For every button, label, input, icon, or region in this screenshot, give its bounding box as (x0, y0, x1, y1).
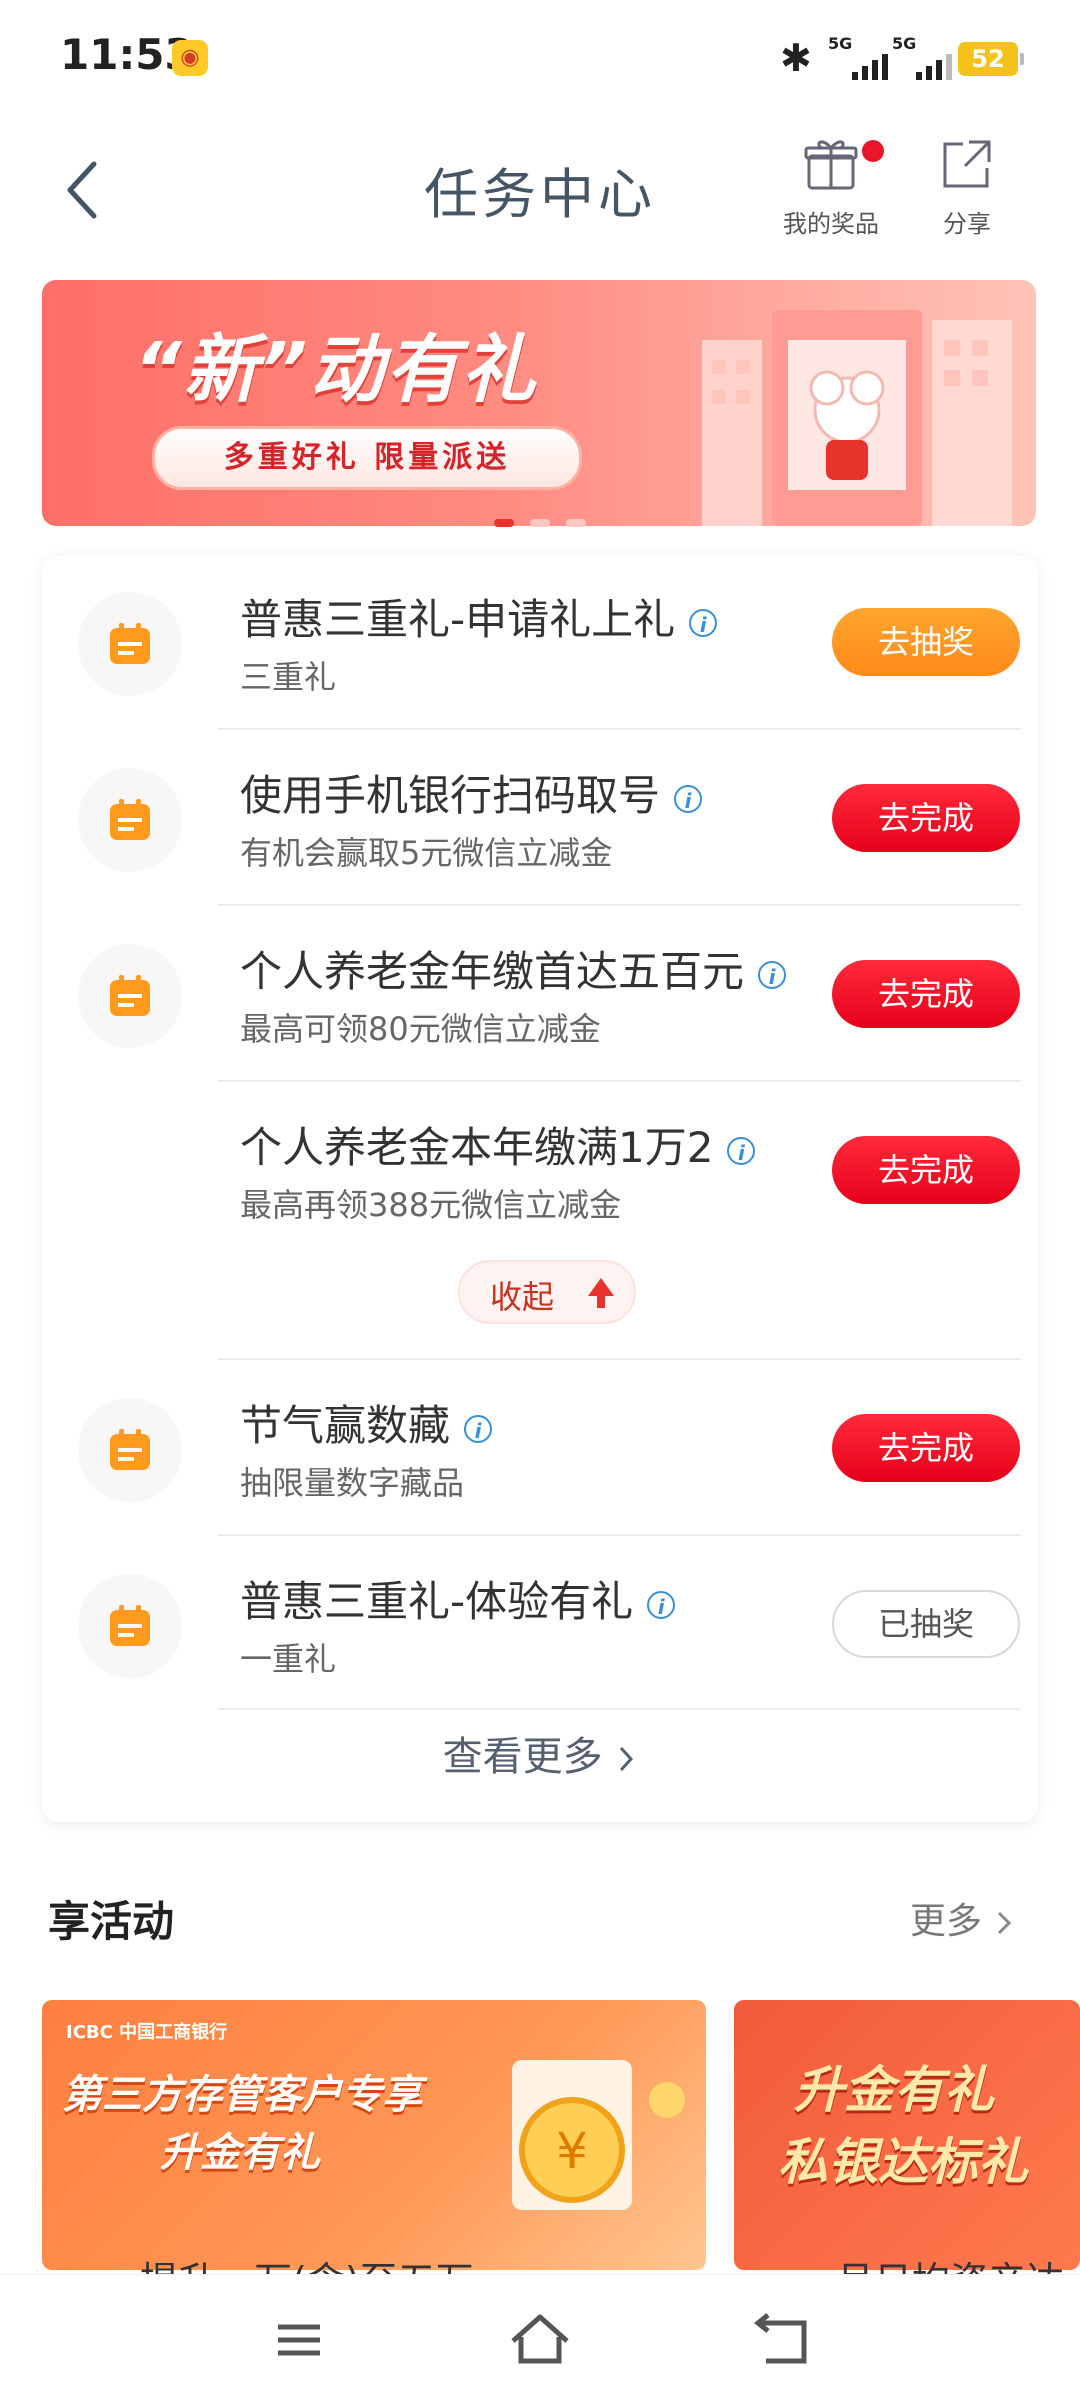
calendar-icon (110, 623, 150, 664)
draw-lottery-button[interactable]: 去抽奖 (832, 608, 1020, 676)
top-app-bar: 任务中心 我的奖品 分享 (0, 110, 1080, 270)
svg-text:¥: ¥ (556, 2122, 588, 2180)
bluetooth-icon: ✱ (780, 36, 812, 80)
back-icon[interactable] (746, 2305, 816, 2375)
task-subtitle: 一重礼 (240, 1640, 337, 1678)
task-subtitle: 最高再领388元微信立减金 (240, 1186, 622, 1224)
arrow-up-icon (588, 1278, 614, 1308)
battery-icon: 52 (958, 42, 1024, 76)
status-bar: 11:53 ◉ ✱ 5G 5G 52 (0, 0, 1080, 110)
collapse-button[interactable]: 收起 (458, 1260, 636, 1324)
task-subtitle: 抽限量数字藏品 (240, 1464, 465, 1502)
divider (218, 1080, 1020, 1082)
calendar-icon (110, 799, 150, 840)
share-label: 分享 (943, 210, 991, 238)
promo-banner[interactable]: “新”动有礼 多重好礼 限量派送 (42, 280, 1036, 526)
activity-headline: 升金有礼 (794, 2061, 994, 2119)
complete-task-button[interactable]: 去完成 (832, 960, 1020, 1028)
info-icon[interactable]: i (464, 1414, 493, 1443)
divider (218, 728, 1020, 730)
complete-task-button[interactable]: 去完成 (832, 1136, 1020, 1204)
task-subtitle: 有机会赢取5元微信立减金 (240, 834, 613, 872)
task-subtitle: 三重礼 (240, 658, 337, 696)
divider (218, 1708, 1020, 1710)
complete-task-button[interactable]: 去完成 (832, 1414, 1020, 1482)
gold-coin-illustration: ¥ (512, 2060, 685, 2210)
my-prizes-label: 我的奖品 (783, 210, 879, 238)
info-icon[interactable]: i (689, 608, 718, 637)
more-activities-link[interactable]: 更多 (910, 1892, 1015, 1944)
activity-headline-2: 私银达标礼 (778, 2133, 1028, 2191)
view-more-link[interactable]: 查看更多 (42, 1724, 1038, 1782)
task-title: 个人养老金年缴首达五百元 i (240, 938, 787, 999)
notification-dot (862, 140, 884, 162)
share-button[interactable]: 分享 (912, 136, 1022, 239)
complete-task-button[interactable]: 去完成 (832, 784, 1020, 852)
chevron-right-icon (620, 1746, 634, 1772)
section-title: 享活动 (48, 1897, 175, 1946)
menu-icon[interactable] (264, 2305, 334, 2375)
task-row: 普惠三重礼-体验有礼 i 一重礼 已抽奖 (42, 1538, 1038, 1714)
info-icon[interactable]: i (674, 784, 703, 813)
divider (218, 904, 1020, 906)
activity-headline-2: 升金有礼 (160, 2130, 320, 2176)
bank-building-illustration (702, 310, 1012, 526)
bank-brand: ICBC 中国工商银行 (66, 2022, 228, 2043)
task-title: 使用手机银行扫码取号 i (240, 762, 703, 823)
chevron-right-icon (998, 1911, 1012, 1935)
banner-title: “新”动有礼 (134, 327, 538, 413)
activity-headline: 第三方存管客户专享 (62, 2072, 422, 2118)
gift-icon (804, 140, 858, 190)
banner-pagination (0, 512, 1080, 531)
activity-card[interactable]: ICBC 中国工商银行 第三方存管客户专享 升金有礼 ¥ (42, 2000, 706, 2270)
task-row: 个人养老金本年缴满1万2 i 最高再领388元微信立减金 去完成 (42, 1084, 1038, 1260)
collapse-label: 收起 (490, 1278, 555, 1316)
calendar-icon (110, 1429, 150, 1470)
task-row: 使用手机银行扫码取号 i 有机会赢取5元微信立减金 去完成 (42, 732, 1038, 908)
system-navigation-bar (0, 2274, 1080, 2401)
calendar-icon (110, 1605, 150, 1646)
task-row: 节气赢数藏 i 抽限量数字藏品 去完成 (42, 1362, 1038, 1538)
task-subtitle: 最高可领80元微信立减金 (240, 1010, 601, 1048)
task-title: 个人养老金本年缴满1万2 i (240, 1114, 756, 1175)
task-title: 普惠三重礼-体验有礼 i (240, 1568, 676, 1629)
banner-subtitle: 多重好礼 限量派送 (152, 426, 582, 490)
task-row: 个人养老金年缴首达五百元 i 最高可领80元微信立减金 去完成 (42, 908, 1038, 1084)
divider (218, 1358, 1020, 1360)
task-title: 普惠三重礼-申请礼上礼 i (240, 586, 718, 647)
info-icon[interactable]: i (758, 960, 787, 989)
task-list-card: 普惠三重礼-申请礼上礼 i 三重礼 去抽奖 使用手机银行扫码取号 i 有机会赢取5元… (42, 556, 1038, 1822)
info-icon[interactable]: i (647, 1590, 676, 1619)
task-row: 普惠三重礼-申请礼上礼 i 三重礼 去抽奖 (42, 556, 1038, 732)
app-notification-icon: ◉ (172, 40, 208, 76)
share-icon (943, 140, 991, 188)
lottery-drawn-button[interactable]: 已抽奖 (832, 1590, 1020, 1658)
info-icon[interactable]: i (727, 1136, 756, 1165)
divider (218, 1534, 1020, 1536)
home-icon[interactable] (505, 2305, 575, 2375)
task-title: 节气赢数藏 i (240, 1392, 493, 1453)
calendar-icon (110, 975, 150, 1016)
activity-card[interactable]: 升金有礼 私银达标礼 (734, 2000, 1080, 2270)
